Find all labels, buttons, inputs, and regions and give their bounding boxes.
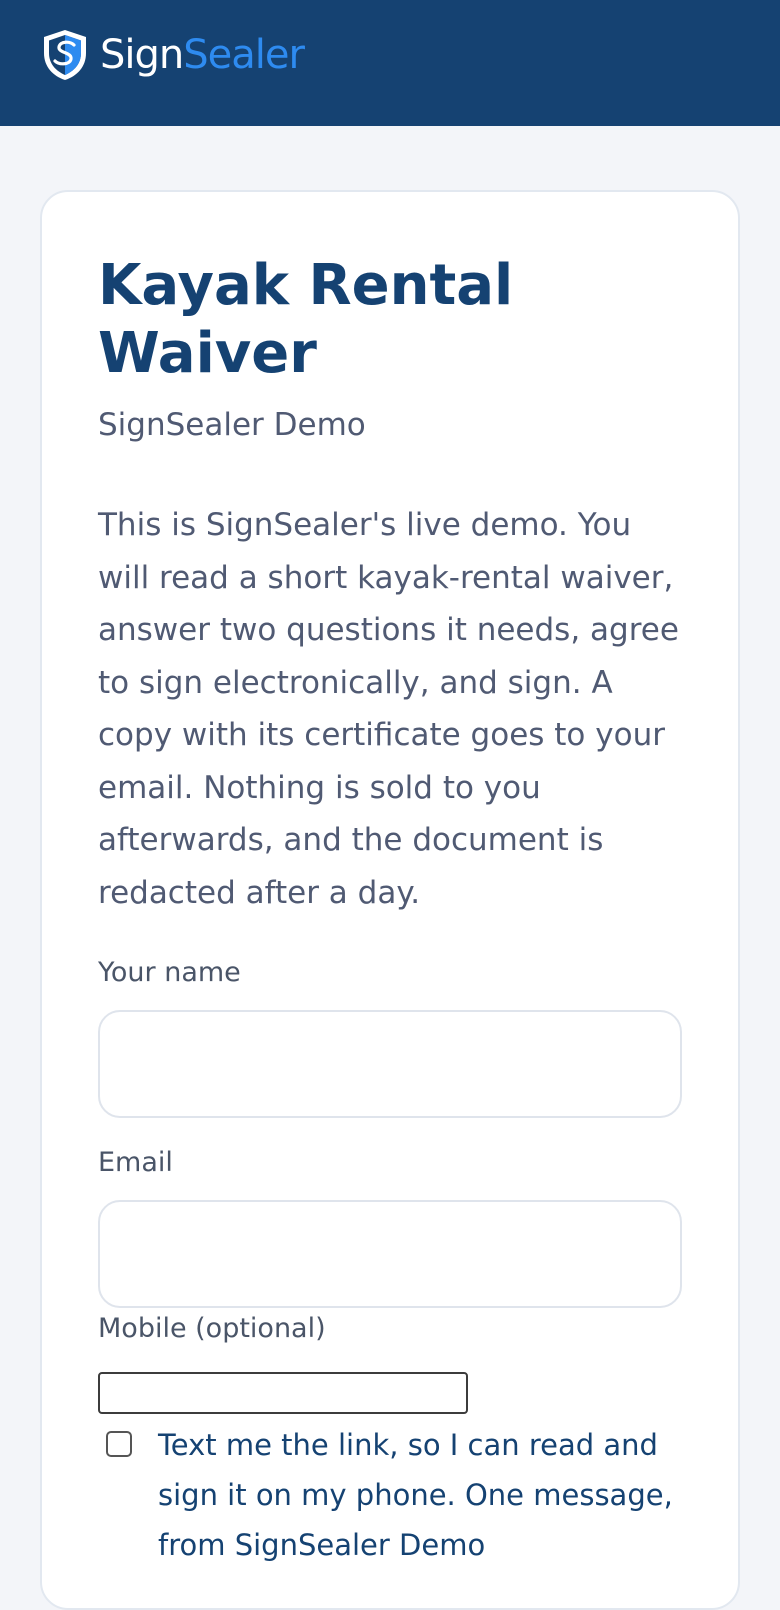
name-field-label: Your name [98,957,241,988]
brand-name-part1: Sign [100,32,184,78]
brand-name-part2: Sealer [183,32,305,78]
brand-logo[interactable]: SignSealer [40,28,305,82]
name-input[interactable] [98,1010,682,1118]
brand-name: SignSealer [100,28,305,82]
sms-opt-in-checkbox[interactable] [106,1431,132,1457]
sms-opt-in-label[interactable]: Text me the link, so I can read and sign… [158,1420,698,1570]
mobile-input[interactable] [98,1372,468,1414]
intro-paragraph: This is SignSealer's live demo. You will… [98,507,679,911]
shield-icon [44,30,86,80]
email-input[interactable] [98,1200,682,1308]
top-header-bar: SignSealer [0,0,780,126]
page-subtitle: SignSealer Demo [98,407,366,443]
mobile-field-label: Mobile (optional) [98,1313,326,1344]
email-field-label: Email [98,1147,173,1178]
page-title: Kayak Rental Waiver [98,253,514,386]
